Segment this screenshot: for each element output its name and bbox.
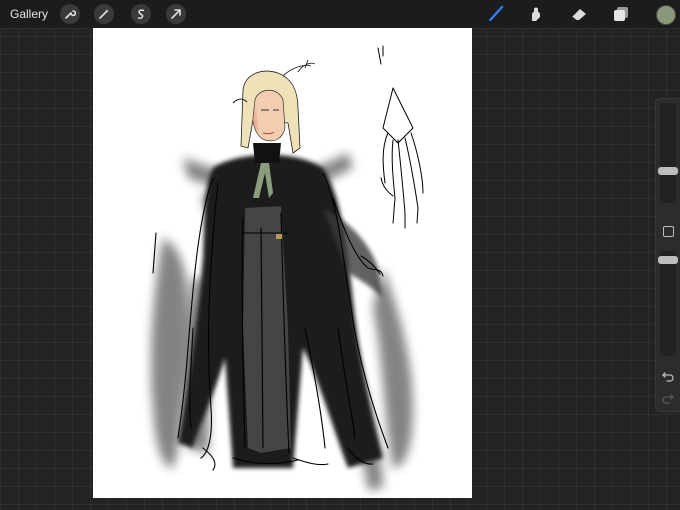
gallery-button[interactable]: Gallery — [10, 7, 48, 21]
side-controls — [655, 98, 680, 412]
color-swatch[interactable] — [656, 5, 676, 25]
undo-icon[interactable] — [661, 369, 675, 383]
transform-arrow-icon[interactable] — [166, 4, 186, 24]
modify-button[interactable] — [663, 226, 674, 237]
top-toolbar: Gallery — [0, 0, 680, 29]
drawing-canvas[interactable] — [93, 28, 472, 498]
adjustments-wand-icon[interactable] — [94, 4, 114, 24]
actions-wrench-icon[interactable] — [60, 4, 80, 24]
brush-size-slider[interactable] — [658, 103, 678, 203]
smudge-icon[interactable] — [525, 4, 547, 24]
eraser-icon[interactable] — [568, 4, 590, 24]
opacity-thumb[interactable] — [658, 256, 678, 264]
redo-icon[interactable] — [661, 391, 675, 405]
brush-icon[interactable] — [484, 4, 506, 24]
brush-size-thumb[interactable] — [658, 167, 678, 175]
layers-icon[interactable] — [610, 4, 632, 24]
selection-icon[interactable] — [131, 4, 151, 24]
artwork-sketch — [151, 45, 424, 490]
opacity-slider[interactable] — [658, 251, 678, 356]
